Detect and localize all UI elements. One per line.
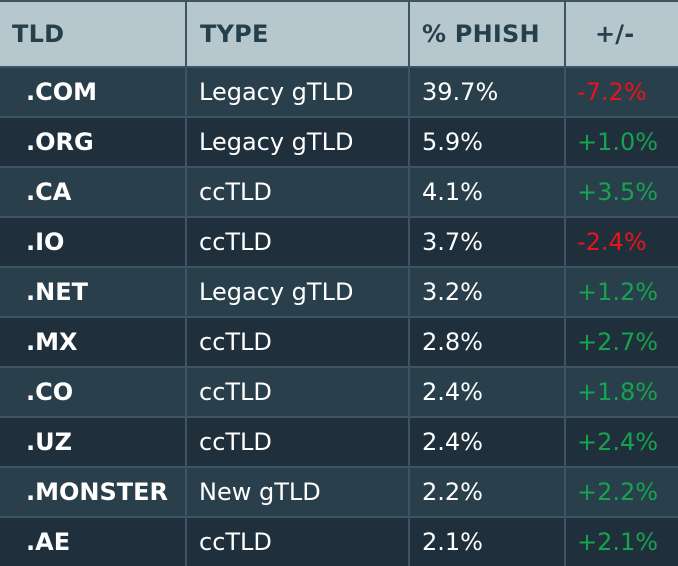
header-tld: TLD xyxy=(0,2,185,66)
type-cell: ccTLD xyxy=(187,168,408,216)
change-cell: +2.7% xyxy=(566,318,678,366)
change-cell: +2.1% xyxy=(566,518,678,566)
change-cell: +2.2% xyxy=(566,468,678,516)
phish-percent-cell: 2.2% xyxy=(410,468,564,516)
table-header-row: TLD TYPE % PHISH +/- xyxy=(0,2,678,66)
table-row: .NET Legacy gTLD 3.2% +1.2% xyxy=(0,268,678,316)
header-phish-percent: % PHISH xyxy=(410,2,564,66)
phish-percent-cell: 3.2% xyxy=(410,268,564,316)
type-cell: ccTLD xyxy=(187,368,408,416)
type-cell: Legacy gTLD xyxy=(187,118,408,166)
table-row: .AE ccTLD 2.1% +2.1% xyxy=(0,518,678,566)
change-cell: +1.8% xyxy=(566,368,678,416)
table-row: .MONSTER New gTLD 2.2% +2.2% xyxy=(0,468,678,516)
type-cell: Legacy gTLD xyxy=(187,268,408,316)
tld-cell: .COM xyxy=(0,68,185,116)
type-cell: Legacy gTLD xyxy=(187,68,408,116)
phish-percent-cell: 2.1% xyxy=(410,518,564,566)
change-cell: -7.2% xyxy=(566,68,678,116)
type-cell: ccTLD xyxy=(187,318,408,366)
tld-cell: .MONSTER xyxy=(0,468,185,516)
type-cell: ccTLD xyxy=(187,518,408,566)
phish-percent-cell: 4.1% xyxy=(410,168,564,216)
table-row: .UZ ccTLD 2.4% +2.4% xyxy=(0,418,678,466)
change-cell: +1.0% xyxy=(566,118,678,166)
type-cell: ccTLD xyxy=(187,418,408,466)
phish-percent-cell: 5.9% xyxy=(410,118,564,166)
change-cell: +1.2% xyxy=(566,268,678,316)
tld-cell: .CO xyxy=(0,368,185,416)
tld-cell: .ORG xyxy=(0,118,185,166)
change-cell: -2.4% xyxy=(566,218,678,266)
header-type: TYPE xyxy=(187,2,408,66)
table-row: .CA ccTLD 4.1% +3.5% xyxy=(0,168,678,216)
tld-cell: .UZ xyxy=(0,418,185,466)
change-cell: +3.5% xyxy=(566,168,678,216)
tld-cell: .NET xyxy=(0,268,185,316)
header-change: +/- xyxy=(566,2,678,66)
table-row: .IO ccTLD 3.7% -2.4% xyxy=(0,218,678,266)
change-cell: +2.4% xyxy=(566,418,678,466)
table-row: .COM Legacy gTLD 39.7% -7.2% xyxy=(0,68,678,116)
tld-cell: .MX xyxy=(0,318,185,366)
tld-cell: .CA xyxy=(0,168,185,216)
phish-percent-cell: 39.7% xyxy=(410,68,564,116)
phish-percent-cell: 2.8% xyxy=(410,318,564,366)
phish-percent-cell: 2.4% xyxy=(410,418,564,466)
table-row: .MX ccTLD 2.8% +2.7% xyxy=(0,318,678,366)
phish-percent-cell: 3.7% xyxy=(410,218,564,266)
type-cell: ccTLD xyxy=(187,218,408,266)
tld-cell: .AE xyxy=(0,518,185,566)
phish-percent-cell: 2.4% xyxy=(410,368,564,416)
type-cell: New gTLD xyxy=(187,468,408,516)
table-row: .ORG Legacy gTLD 5.9% +1.0% xyxy=(0,118,678,166)
tld-cell: .IO xyxy=(0,218,185,266)
table-row: .CO ccTLD 2.4% +1.8% xyxy=(0,368,678,416)
tld-phishing-table: TLD TYPE % PHISH +/- .COM Legacy gTLD 39.7… xyxy=(0,0,678,566)
